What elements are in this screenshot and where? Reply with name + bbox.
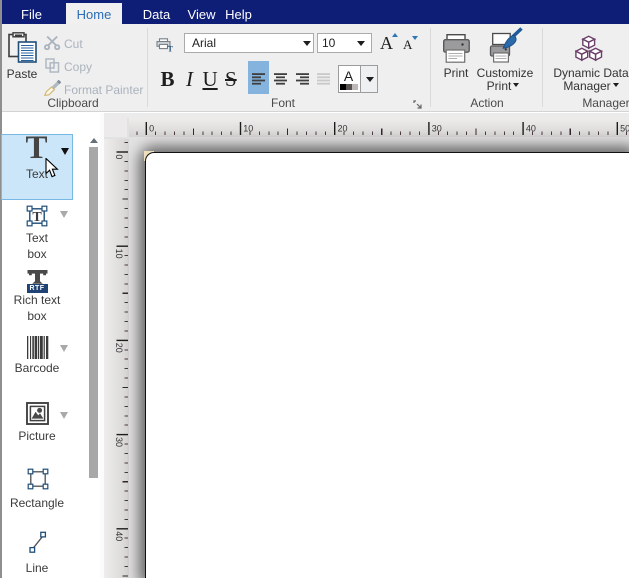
svg-text:20: 20 <box>114 343 124 353</box>
svg-text:10: 10 <box>243 123 253 133</box>
svg-text:0: 0 <box>114 154 124 159</box>
svg-text:30: 30 <box>114 437 124 447</box>
svg-text:0: 0 <box>149 123 154 133</box>
svg-text:30: 30 <box>432 123 442 133</box>
svg-text:10: 10 <box>114 249 124 259</box>
svg-text:40: 40 <box>526 123 536 133</box>
svg-text:T: T <box>32 210 42 225</box>
svg-text:40: 40 <box>114 531 124 541</box>
svg-text:50: 50 <box>620 123 629 133</box>
svg-text:20: 20 <box>338 123 348 133</box>
svg-text:T: T <box>168 45 174 53</box>
